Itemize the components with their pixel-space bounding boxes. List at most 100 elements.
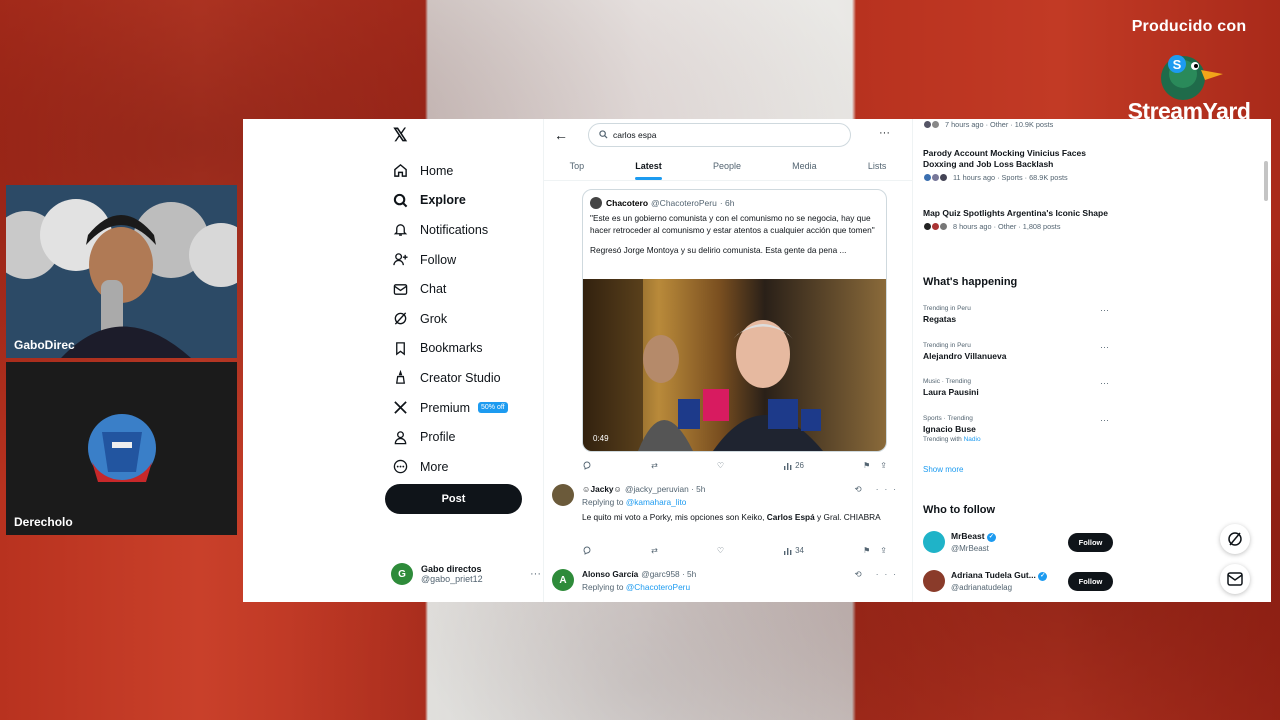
story-item[interactable]: Parody Account Mocking Vinicius Faces Do… — [923, 148, 1113, 182]
quote-time: · 6h — [719, 198, 735, 208]
cam2-name: Derecholo — [14, 515, 73, 529]
trend-more-icon[interactable]: ··· — [1100, 378, 1109, 388]
tab-top[interactable]: Top — [570, 155, 585, 180]
back-arrow-icon[interactable]: ← — [554, 127, 568, 143]
reply2-avatar: A — [552, 569, 574, 591]
nav-item-explore[interactable]: Explore — [391, 186, 508, 216]
story-meta-top: 7 hours ago · Other · 10.9K posts — [923, 119, 1113, 129]
search-tabs: Top Latest People Media Lists — [544, 155, 912, 181]
reply-icon[interactable] — [582, 460, 592, 470]
like-icon[interactable]: ♡ — [717, 460, 724, 470]
grok-float-icon[interactable] — [1220, 524, 1250, 554]
replying-label-2: Replying to — [582, 582, 624, 592]
nav-item-chat[interactable]: Chat — [391, 274, 508, 304]
nav-item-bookmarks[interactable]: Bookmarks — [391, 334, 508, 364]
nav-item-creator-studio[interactable]: Creator Studio — [391, 363, 508, 393]
bookmark-icon — [391, 339, 409, 357]
reply-post-2[interactable]: A Alonso García @garc958 · 5h ⟲ ··· Repl… — [552, 569, 902, 592]
reply2-author: Alonso García — [582, 569, 639, 579]
verified-icon: ✓ — [1038, 571, 1048, 581]
account-more-icon[interactable]: ··· — [530, 568, 541, 580]
camera-tile-derecholo: Derecholo — [6, 362, 237, 535]
nav-item-profile[interactable]: Profile — [391, 422, 508, 452]
story-title: Map Quiz Spotlights Argentina's Iconic S… — [923, 208, 1108, 218]
tab-lists[interactable]: Lists — [868, 155, 887, 180]
story-item[interactable]: Map Quiz Spotlights Argentina's Iconic S… — [923, 208, 1113, 231]
more-circle-icon — [391, 458, 409, 476]
messages-float-icon[interactable] — [1220, 564, 1250, 594]
nav-label: Chat — [420, 282, 447, 297]
reply-icon[interactable] — [582, 545, 592, 555]
nav-label: Home — [420, 163, 454, 178]
share-icon[interactable]: ⇪ — [880, 546, 887, 555]
nav-item-grok[interactable]: Grok — [391, 304, 508, 334]
who-to-follow-title: Who to follow — [923, 504, 996, 516]
bookmark-icon[interactable]: ⚑ — [863, 461, 870, 470]
nav-item-notifications[interactable]: Notifications — [391, 215, 508, 245]
account-handle: @gabo_priet12 — [421, 574, 483, 584]
tab-media[interactable]: Media — [792, 155, 817, 180]
trend-item[interactable]: Sports · Trending Ignacio Buse Trending w… — [923, 415, 1113, 443]
trend-more-icon[interactable]: ··· — [1100, 415, 1109, 425]
tab-people[interactable]: People — [713, 155, 741, 180]
nav-label: Bookmarks — [420, 341, 483, 356]
views-icon[interactable]: 26 — [783, 460, 804, 470]
bookmark-icon[interactable]: ⚑ — [863, 546, 870, 555]
quote-handle: @ChacoteroPeru — [651, 198, 717, 208]
story-title: Parody Account Mocking Vinicius Faces Do… — [923, 148, 1086, 169]
trend-item[interactable]: Trending in Peru Regatas ··· — [923, 305, 1113, 324]
cam1-name: GaboDirec — [14, 338, 75, 352]
suggest-name: Adriana Tudela Gut... — [951, 570, 1036, 581]
adriana-avatar — [923, 570, 945, 592]
nav-item-more[interactable]: More — [391, 452, 508, 482]
like-icon[interactable]: ♡ — [717, 545, 724, 555]
video-thumbnail[interactable]: 0:49 — [583, 279, 886, 451]
trend-item[interactable]: Trending in Peru Alejandro Villanueva ··· — [923, 342, 1113, 361]
x-icon — [391, 399, 409, 417]
x-browser-screen: 𝕏 Home Explore Notifications Follow Chat Grok… — [243, 119, 1271, 602]
quote-text: "Este es un gobierno comunista y con el … — [590, 213, 875, 235]
x-logo-icon[interactable]: 𝕏 — [393, 125, 408, 146]
creator-icon — [391, 369, 409, 387]
search-input[interactable]: carlos espa — [588, 123, 851, 147]
trend-more-icon[interactable]: ··· — [1100, 305, 1109, 315]
nav-item-follow[interactable]: Follow — [391, 245, 508, 275]
show-more-link[interactable]: Show more — [923, 465, 963, 474]
replying-to-link-2[interactable]: @ChacoteroPeru — [626, 582, 690, 592]
repost-icon[interactable]: ⇄ — [651, 545, 658, 555]
nav-item-home[interactable]: Home — [391, 156, 508, 186]
trend-more-icon[interactable]: ··· — [1100, 342, 1109, 352]
nav-label: Creator Studio — [420, 370, 501, 385]
person-icon — [391, 428, 409, 446]
follow-button[interactable]: Follow — [1068, 571, 1113, 591]
search-icon — [391, 191, 409, 209]
scrollbar[interactable] — [1264, 161, 1268, 201]
add-person-icon — [391, 251, 409, 269]
follow-suggestion[interactable]: MrBeast ✓ @MrBeast Follow — [923, 531, 1113, 553]
reply2-grok-more-icon[interactable]: ⟲ ··· — [854, 569, 902, 579]
reply2-handle: @garc958 · 5h — [641, 569, 697, 579]
timeline-column: ← carlos espa ··· Top Latest People Medi… — [543, 119, 913, 602]
video-duration: 0:49 — [593, 434, 609, 443]
share-icon[interactable]: ⇪ — [880, 461, 887, 470]
reply-post[interactable]: ☺Jacky☺ @jacky_peruvian · 5h ⟲ ··· Reply… — [552, 484, 902, 523]
mail-icon — [391, 280, 409, 298]
replying-to-link[interactable]: @kamahara_lito — [626, 497, 687, 507]
account-switcher[interactable]: G Gabo directos @gabo_priet12 ··· — [391, 563, 541, 585]
trend-item[interactable]: Music · Trending Laura Pausini ··· — [923, 378, 1113, 397]
search-more-icon[interactable]: ··· — [879, 127, 890, 139]
nav-label: Explore — [420, 193, 466, 208]
follow-suggestion[interactable]: Adriana Tudela Gut... ✓ @adrianatudelag … — [923, 570, 1113, 592]
quote-actions: ⇄ ♡ 26 ⚑ ⇪ — [582, 460, 887, 470]
repost-icon[interactable]: ⇄ — [651, 460, 658, 470]
reply-grok-more-icon[interactable]: ⟲ ··· — [854, 484, 902, 494]
camera-tile-gabodirec: GaboDirec — [6, 185, 237, 358]
post-button[interactable]: Post — [385, 484, 522, 514]
follow-button[interactable]: Follow — [1068, 532, 1113, 552]
tab-latest[interactable]: Latest — [635, 155, 662, 180]
views-icon[interactable]: 34 — [783, 545, 804, 555]
mrbeast-avatar — [923, 531, 945, 553]
nav-item-premium[interactable]: Premium 50% off — [391, 393, 508, 423]
views-count: 26 — [795, 460, 805, 470]
quoted-post[interactable]: Chacotero @ChacoteroPeru · 6h "Este es u… — [582, 189, 887, 452]
